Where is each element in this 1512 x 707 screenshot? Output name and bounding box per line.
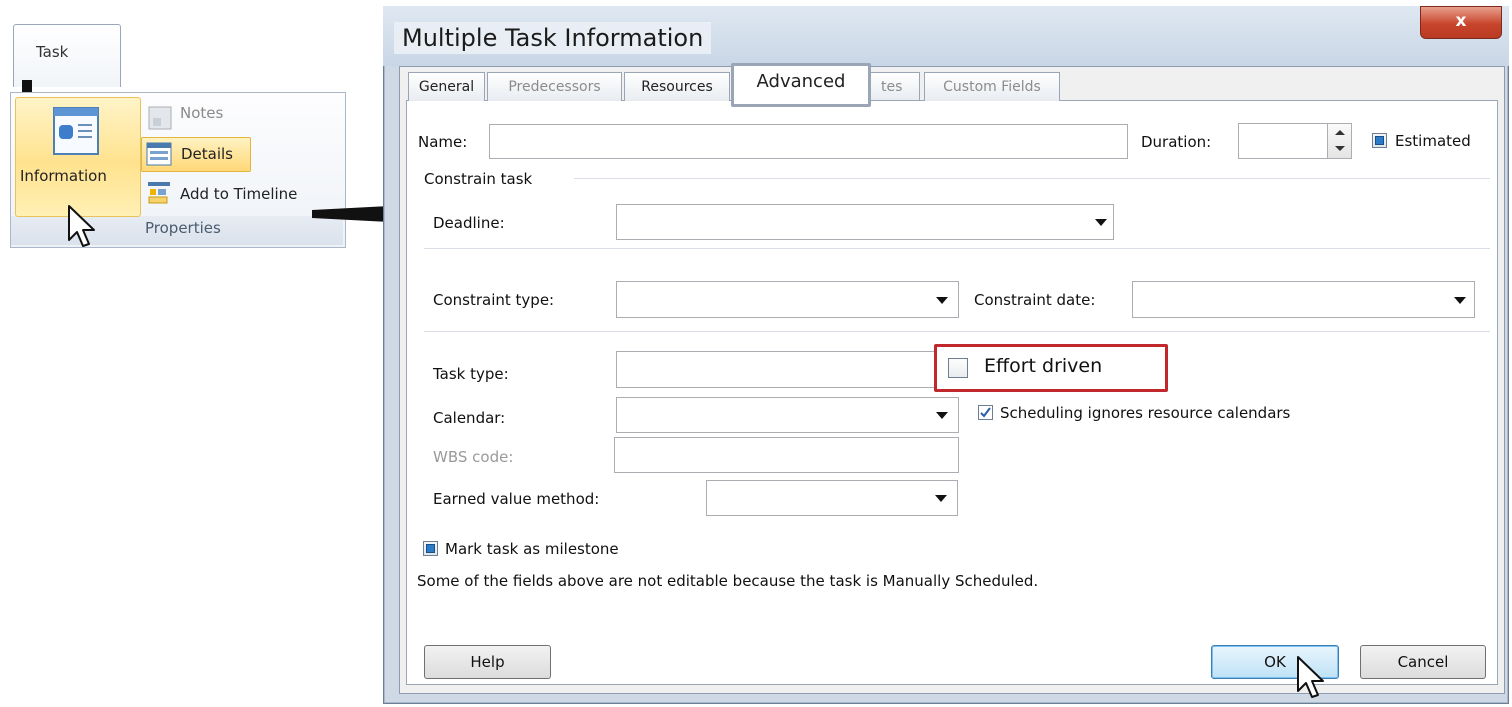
scheduling-ignores-label: Scheduling ignores resource calendars <box>1000 404 1291 422</box>
effort-driven-label: Effort driven <box>984 355 1103 377</box>
add-to-timeline-button[interactable]: Add to Timeline <box>180 185 297 203</box>
tab-general[interactable]: General <box>408 72 485 101</box>
name-input[interactable] <box>489 124 1128 159</box>
spin-up-icon <box>1335 130 1345 135</box>
notes-icon <box>148 106 172 134</box>
constraint-type-dropdown[interactable] <box>616 281 959 318</box>
tab-notes[interactable]: tes <box>870 72 920 100</box>
cancel-button[interactable]: Cancel <box>1360 645 1486 679</box>
milestone-checkbox[interactable] <box>423 541 438 556</box>
divider <box>424 248 1490 249</box>
properties-group-label: Properties <box>145 219 221 237</box>
chevron-down-icon <box>1454 297 1466 304</box>
earned-value-dropdown[interactable] <box>706 480 958 516</box>
task-type-label: Task type: <box>433 365 509 383</box>
constraint-date-label: Constraint date: <box>974 291 1096 309</box>
constraint-type-label: Constraint type: <box>433 291 555 309</box>
estimated-checkbox[interactable] <box>1372 133 1387 148</box>
scheduling-ignores-checkbox[interactable] <box>978 405 993 420</box>
calendar-dropdown[interactable] <box>616 397 959 433</box>
duration-label: Duration: <box>1141 133 1212 151</box>
estimated-label: Estimated <box>1395 132 1471 150</box>
tab-custom-fields[interactable]: Custom Fields <box>924 72 1060 101</box>
mouse-pointer-icon <box>1295 655 1325 701</box>
deadline-dropdown[interactable] <box>616 204 1114 240</box>
notes-button[interactable]: Notes <box>180 104 223 122</box>
tab-resources[interactable]: Resources <box>624 72 730 101</box>
constraint-date-dropdown[interactable] <box>1132 281 1475 318</box>
effort-driven-checkbox[interactable] <box>948 358 968 378</box>
spin-down-icon <box>1335 146 1345 151</box>
duration-input[interactable] <box>1238 123 1328 159</box>
advanced-tab-panel <box>406 100 1498 685</box>
chevron-down-icon <box>936 412 948 419</box>
information-icon <box>53 107 99 159</box>
manual-schedule-note: Some of the fields above are not editabl… <box>417 572 1039 590</box>
chevron-down-icon <box>936 297 948 304</box>
divider <box>574 178 1490 179</box>
duration-spinner[interactable] <box>1327 123 1352 159</box>
wbs-code-label: WBS code: <box>433 448 514 466</box>
tab-predecessors[interactable]: Predecessors <box>487 72 622 101</box>
calendar-label: Calendar: <box>433 409 506 427</box>
ribbon-tab-task[interactable]: Task <box>13 24 121 87</box>
name-label: Name: <box>418 133 468 151</box>
divider <box>424 331 1490 332</box>
earned-value-label: Earned value method: <box>433 490 600 508</box>
mouse-pointer-icon <box>66 204 98 250</box>
details-icon <box>146 142 172 170</box>
tab-advanced[interactable]: Advanced <box>731 63 871 107</box>
chevron-down-icon <box>935 495 947 502</box>
details-label: Details <box>181 145 234 163</box>
milestone-label: Mark task as milestone <box>445 540 619 558</box>
constrain-task-heading: Constrain task <box>424 170 533 188</box>
chevron-down-icon <box>1095 219 1107 226</box>
wbs-code-input[interactable] <box>614 437 959 473</box>
information-label: Information <box>20 167 107 185</box>
checkmark-icon <box>980 407 991 418</box>
ribbon-tab-label: Task <box>36 43 69 61</box>
help-button[interactable]: Help <box>424 645 551 679</box>
dialog-title: Multiple Task Information <box>394 22 712 54</box>
deadline-label: Deadline: <box>433 214 505 232</box>
timeline-icon <box>146 180 174 212</box>
task-type-dropdown[interactable] <box>616 351 959 388</box>
close-button[interactable]: x <box>1420 6 1502 39</box>
